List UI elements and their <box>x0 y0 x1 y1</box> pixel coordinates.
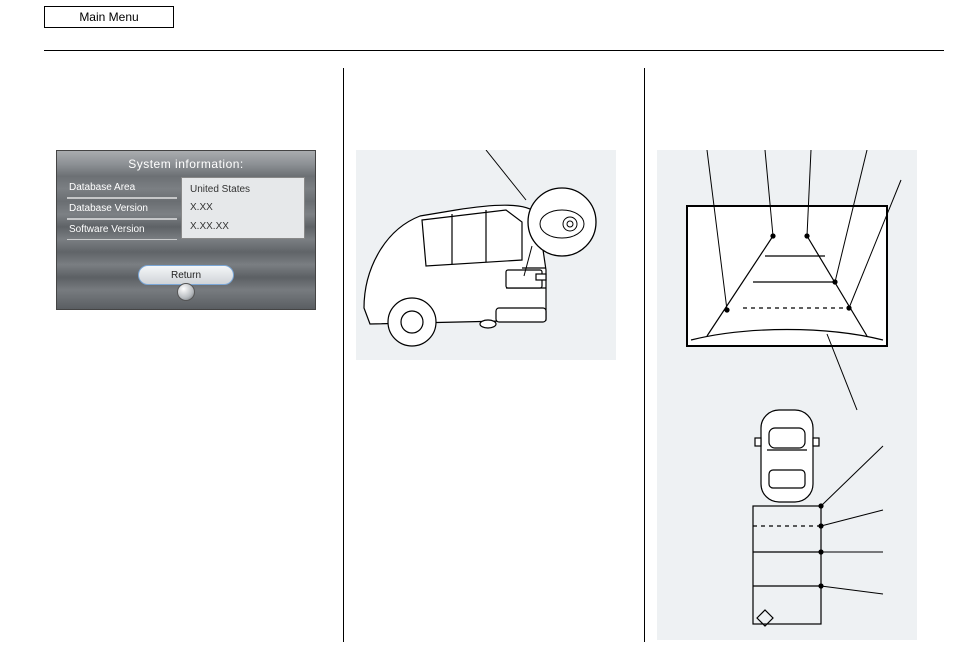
column-1: System information: Database Area Databa… <box>44 68 343 642</box>
page-columns: System information: Database Area Databa… <box>44 68 944 642</box>
system-info-title: System information: <box>57 151 315 175</box>
system-info-table: Database Area Database Version Software … <box>67 177 305 240</box>
row-value-swver: X.XX.XX <box>190 218 296 236</box>
suv-camera-svg <box>356 150 616 360</box>
guideline-svg <box>657 150 917 640</box>
row-value-area: United States <box>190 180 296 198</box>
row-label-swver: Software Version <box>67 219 177 240</box>
row-label-dbver: Database Version <box>67 198 177 219</box>
header-rule <box>44 50 944 51</box>
return-knob-icon <box>177 283 195 301</box>
guideline-illustration <box>657 150 917 640</box>
row-label-area: Database Area <box>67 177 177 198</box>
main-menu-tab-label: Main Menu <box>79 10 138 24</box>
row-value-dbver: X.XX <box>190 199 296 217</box>
rear-camera-illustration <box>356 150 616 360</box>
system-info-screen: System information: Database Area Databa… <box>56 150 316 310</box>
main-menu-tab[interactable]: Main Menu <box>44 6 174 28</box>
return-button-label: Return <box>171 270 201 281</box>
return-button[interactable]: Return <box>138 265 234 299</box>
column-3 <box>644 68 944 642</box>
column-2 <box>343 68 643 642</box>
system-info-valuebox: United States X.XX X.XX.XX <box>181 177 305 239</box>
